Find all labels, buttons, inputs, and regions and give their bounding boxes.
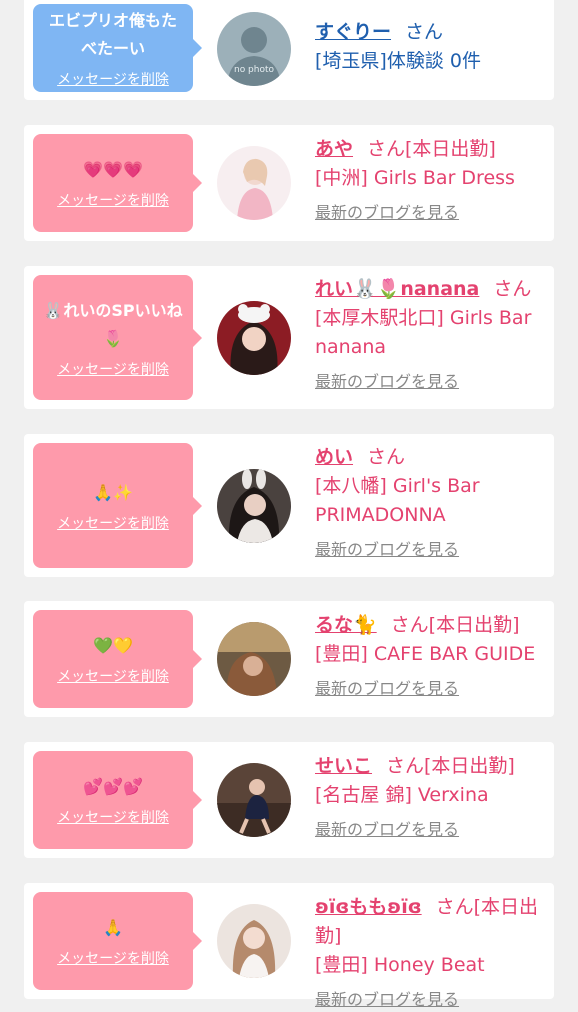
sender-name-link[interactable]: れい🐰🌷nanana: [315, 278, 479, 300]
latest-blog-link[interactable]: 最新のブログを見る: [315, 988, 546, 1012]
latest-blog-link[interactable]: 最新のブログを見る: [315, 538, 546, 562]
latest-blog-link[interactable]: 最新のブログを見る: [315, 370, 546, 394]
sender-suffix: さん[本日出勤]: [390, 614, 520, 636]
message-bubble: 💚💛 メッセージを削除: [33, 610, 202, 708]
profile-photo: [217, 146, 291, 220]
message-text: 🙏: [103, 918, 123, 937]
delete-message-link[interactable]: メッセージを削除: [57, 666, 169, 686]
sender-name-link[interactable]: るな🐈: [315, 614, 377, 636]
sender-name-link[interactable]: めい: [315, 446, 353, 468]
delete-message-link[interactable]: メッセージを削除: [57, 69, 169, 89]
latest-blog-link[interactable]: 最新のブログを見る: [315, 818, 546, 842]
avatar[interactable]: [217, 301, 291, 375]
message-card: エビプリオ俺もたべたーい メッセージを削除 no photo すぐりー さん [埼…: [24, 0, 554, 100]
avatar[interactable]: [217, 469, 291, 543]
message-card: 🙏✨ メッセージを削除 めい さん [本八幡] Girl's Bar PRIMAD…: [24, 434, 554, 577]
delete-message-link[interactable]: メッセージを削除: [57, 190, 169, 210]
message-text: エビプリオ俺もたべたーい: [48, 11, 177, 58]
message-text: 🙏✨: [93, 482, 133, 502]
shop-info: [中洲] Girls Bar Dress: [315, 167, 515, 189]
message-bubble: 🐰れいのSPいいね🌷 メッセージを削除: [33, 275, 202, 400]
delete-message-link[interactable]: メッセージを削除: [57, 948, 169, 968]
avatar[interactable]: [217, 622, 291, 696]
message-bubble: 💕💕💕 メッセージを削除: [33, 751, 202, 849]
delete-message-link[interactable]: メッセージを削除: [57, 513, 169, 533]
shop-info: [本厚木駅北口] Girls Bar nanana: [315, 307, 532, 358]
message-card: 💚💛 メッセージを削除 るな🐈 さん[本日出勤] [豊田] CAFE BAR GU…: [24, 601, 554, 717]
avatar[interactable]: [217, 763, 291, 837]
sender-suffix: さん: [493, 278, 532, 300]
profile-photo: [217, 763, 291, 837]
delete-message-link[interactable]: メッセージを削除: [57, 807, 169, 827]
sender-name-line: れい🐰🌷nanana さん: [315, 275, 546, 304]
shop-info: [豊田] CAFE BAR GUIDE: [315, 643, 536, 665]
sender-name-link[interactable]: すぐりー: [315, 21, 391, 43]
sender-name-line: ʚïɞももʚïɞ さん[本日出勤]: [315, 893, 546, 951]
message-bubble: 💗💗💗 メッセージを削除: [33, 134, 202, 232]
avatar[interactable]: [217, 904, 291, 978]
message-text: 💕💕💕: [83, 777, 143, 796]
message-card: 💕💕💕 メッセージを削除 せいこ さん[本日出勤] [名古屋 錦] Verxina…: [24, 742, 554, 858]
message-bubble: 🙏 メッセージを削除: [33, 892, 202, 990]
avatar[interactable]: [217, 146, 291, 220]
sender-name-line: あや さん[本日出勤]: [315, 135, 546, 164]
message-card: 🐰れいのSPいいね🌷 メッセージを削除 れい🐰🌷nanana さん [本厚木駅北口…: [24, 266, 554, 409]
sender-name-link[interactable]: せいこ: [315, 755, 372, 777]
shop-info: [埼玉県]体験談 0件: [315, 50, 481, 72]
sender-suffix: さん: [405, 21, 444, 43]
profile-photo: [217, 301, 291, 375]
message-text: 💚💛: [93, 636, 133, 655]
sender-name-line: めい さん: [315, 443, 546, 472]
profile-photo: [217, 622, 291, 696]
sender-name-link[interactable]: ʚïɞももʚïɞ: [315, 896, 422, 918]
message-text: 💗💗💗: [83, 160, 143, 179]
sender-suffix: さん[本日出勤]: [386, 755, 515, 777]
message-bubble: 🙏✨ メッセージを削除: [33, 443, 202, 568]
profile-photo: [217, 904, 291, 978]
message-text: 🐰れいのSPいいね🌷: [43, 300, 183, 348]
sender-name-line: すぐりー さん: [315, 18, 546, 47]
latest-blog-link[interactable]: 最新のブログを見る: [315, 677, 546, 701]
message-bubble: エビプリオ俺もたべたーい メッセージを削除: [33, 4, 202, 92]
message-card: 💗💗💗 メッセージを削除 あや さん[本日出勤] [中洲] Girls Bar D…: [24, 125, 554, 241]
person-silhouette-icon: no photo: [217, 12, 291, 86]
shop-info: [本八幡] Girl's Bar PRIMADONNA: [315, 475, 480, 526]
sender-suffix: さん[本日出勤]: [367, 138, 496, 160]
sender-name-line: るな🐈 さん[本日出勤]: [315, 611, 546, 640]
avatar[interactable]: no photo: [217, 12, 291, 86]
delete-message-link[interactable]: メッセージを削除: [57, 359, 169, 379]
profile-photo: [217, 469, 291, 543]
message-card: 🙏 メッセージを削除 ʚïɞももʚïɞ さん[本日出勤] [豊田] Honey B…: [24, 883, 554, 1009]
sender-name-link[interactable]: あや: [315, 138, 353, 160]
sender-suffix: さん: [367, 446, 406, 468]
no-photo-label: no photo: [234, 65, 275, 75]
latest-blog-link[interactable]: 最新のブログを見る: [315, 201, 546, 225]
shop-info: [名古屋 錦] Verxina: [315, 784, 489, 806]
shop-info: [豊田] Honey Beat: [315, 954, 485, 976]
sender-name-line: せいこ さん[本日出勤]: [315, 752, 546, 781]
